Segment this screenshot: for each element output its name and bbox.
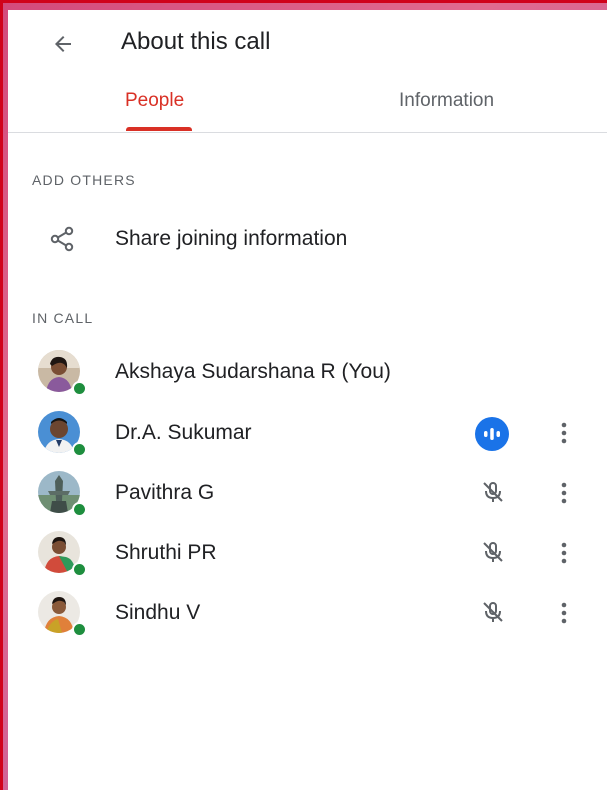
page-title: About this call <box>121 28 271 55</box>
online-status-dot <box>72 381 87 396</box>
participant-name: Dr.A. Sukumar <box>115 421 252 444</box>
tab-people[interactable]: People <box>125 90 184 112</box>
tab-bar: People Information <box>8 74 607 133</box>
avatar <box>38 591 87 637</box>
avatar <box>38 411 87 457</box>
share-joining-info-button[interactable]: Share joining information <box>8 215 607 265</box>
about-call-panel: About this call People Information ADD O… <box>8 10 607 790</box>
participant-row[interactable]: Dr.A. Sukumar <box>8 405 607 461</box>
participant-row[interactable]: Pavithra G <box>8 465 607 521</box>
avatar <box>38 350 87 396</box>
participant-name: Akshaya Sudarshana R (You) <box>115 360 391 383</box>
audio-wave-icon <box>484 428 500 440</box>
online-status-dot <box>72 442 87 457</box>
arrow-back-icon <box>55 36 71 52</box>
participant-row[interactable]: Akshaya Sudarshana R (You) <box>8 344 607 400</box>
in-call-heading: IN CALL <box>32 310 94 326</box>
share-joining-info-label: Share joining information <box>115 227 348 250</box>
mic-off-indicator[interactable] <box>480 479 506 505</box>
avatar <box>38 531 87 577</box>
avatar <box>38 471 87 517</box>
panel-header: About this call <box>8 10 607 74</box>
mic-off-indicator[interactable] <box>480 539 506 565</box>
online-status-dot <box>72 502 87 517</box>
participant-name: Pavithra G <box>115 481 215 504</box>
back-button[interactable] <box>46 27 80 61</box>
tab-information[interactable]: Information <box>399 90 494 112</box>
more-vert-icon <box>561 542 567 564</box>
more-options-button[interactable] <box>554 538 574 568</box>
more-vert-icon <box>561 482 567 504</box>
participant-row[interactable]: Shruthi PR <box>8 525 607 581</box>
more-vert-icon <box>561 602 567 624</box>
mic-off-icon <box>483 482 503 502</box>
online-status-dot <box>72 562 87 577</box>
add-others-heading: ADD OTHERS <box>32 172 136 188</box>
more-vert-icon <box>561 422 567 444</box>
more-options-button[interactable] <box>554 478 574 508</box>
mic-off-icon <box>483 542 503 562</box>
more-options-button[interactable] <box>554 418 574 448</box>
mic-off-indicator[interactable] <box>480 599 506 625</box>
speaking-indicator <box>475 417 509 451</box>
participant-name: Sindhu V <box>115 601 201 624</box>
tab-selected-indicator <box>126 127 192 131</box>
share-icon <box>50 226 74 252</box>
participant-row[interactable]: Sindhu V <box>8 585 607 641</box>
online-status-dot <box>72 622 87 637</box>
more-options-button[interactable] <box>554 598 574 628</box>
participant-name: Shruthi PR <box>115 541 217 564</box>
mic-off-icon <box>483 602 503 622</box>
